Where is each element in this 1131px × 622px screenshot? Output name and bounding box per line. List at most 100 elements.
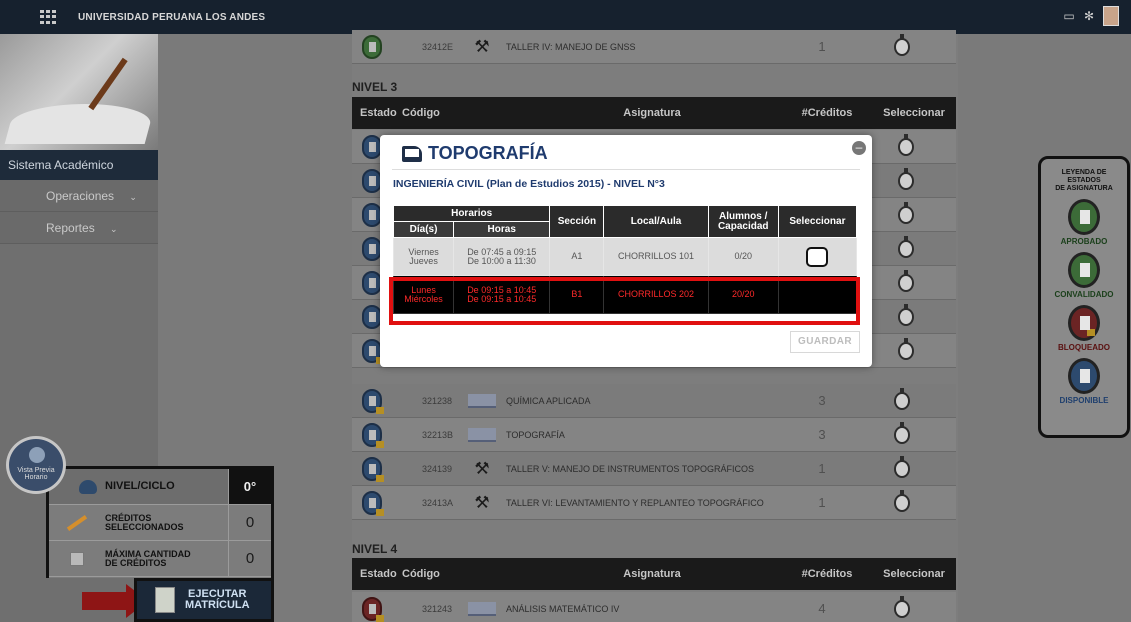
university-name: UNIVERSIDAD PERUANA LOS ANDES bbox=[78, 11, 266, 23]
course-code: 32213B bbox=[422, 429, 454, 440]
legend-label: BLOQUEADO bbox=[1058, 343, 1110, 352]
section-row: Viernes Jueves De 07:45 a 09:15 De 10:00 a… bbox=[392, 237, 858, 276]
course-credits: 1 bbox=[818, 461, 826, 476]
table-row: 321243 ANÁLISIS MATEMÁTICO IV 4 bbox=[352, 592, 956, 622]
select-course-icon[interactable] bbox=[898, 201, 914, 224]
modal-subtitle: INGENIERÍA CIVIL (Plan de Estudios 2015)… bbox=[393, 178, 665, 190]
tools-icon: ⚒ bbox=[474, 36, 490, 56]
header-asignatura: Asignatura bbox=[623, 568, 681, 580]
legend-label: DISPONIBLE bbox=[1059, 396, 1109, 405]
chat-icon[interactable]: ▭ bbox=[1063, 10, 1075, 22]
header-local: Local/Aula bbox=[603, 205, 709, 238]
capacity: 20/20 bbox=[707, 275, 779, 314]
classroom: CHORRILLOS 101 bbox=[603, 237, 709, 276]
select-course-icon[interactable] bbox=[898, 167, 914, 190]
section: A1 bbox=[549, 237, 605, 276]
disponible-status-icon bbox=[362, 202, 382, 227]
course-name: TALLER IV: MANEJO DE GNSS bbox=[506, 41, 636, 52]
select-course-icon[interactable] bbox=[894, 595, 910, 618]
user-icon bbox=[79, 479, 97, 494]
header-alumnos: Alumnos / Capacidad bbox=[707, 205, 779, 238]
legend-label: CONVALIDADO bbox=[1054, 290, 1114, 299]
course-credits: 1 bbox=[818, 39, 826, 54]
save-button[interactable]: GUARDAR bbox=[790, 331, 860, 353]
table-row: 32412E ⚒ TALLER IV: MANEJO DE GNSS 1 bbox=[352, 30, 956, 64]
tools-icon: ⚒ bbox=[474, 492, 490, 512]
course-name: TOPOGRAFÍA bbox=[506, 429, 565, 440]
execute-label: MATRÍCULA bbox=[185, 599, 250, 611]
sidebar-item-reportes[interactable]: Reportes ⌄ bbox=[0, 212, 158, 244]
select-course-icon[interactable] bbox=[894, 421, 910, 444]
course-credits: 1 bbox=[818, 495, 826, 510]
time: De 09:15 a 10:45 bbox=[467, 293, 537, 304]
preview-label: Horario bbox=[24, 474, 48, 481]
header-codigo: Código bbox=[402, 568, 440, 580]
legend-item-disponible: DISPONIBLE bbox=[1041, 358, 1127, 405]
summary-label: SELECCIONADOS bbox=[105, 521, 184, 532]
chevron-down-icon: ⌄ bbox=[110, 224, 118, 234]
header-estado: Estado bbox=[360, 568, 397, 580]
table-row: 32213B TOPOGRAFÍA 3 bbox=[352, 418, 956, 452]
select-cell-full bbox=[777, 275, 858, 314]
book-icon bbox=[468, 393, 496, 408]
course-code: 32413A bbox=[422, 497, 454, 508]
sidebar-title: Sistema Académico bbox=[0, 150, 158, 180]
header-dias: Día(s) bbox=[392, 221, 455, 238]
header-creditos: #Créditos bbox=[801, 568, 853, 580]
execute-enrollment-button[interactable]: EJECUTAR MATRÍCULA bbox=[134, 578, 274, 622]
table-header: Estado Código Asignatura #Créditos Selec… bbox=[352, 558, 956, 590]
table-row: 32413A ⚒ TALLER VI: LEVANTAMIENTO Y REPL… bbox=[352, 486, 956, 520]
disponible-status-icon bbox=[362, 236, 382, 261]
select-section-checkbox[interactable] bbox=[806, 246, 829, 267]
select-course-icon[interactable] bbox=[898, 235, 914, 258]
disponible-status-icon bbox=[362, 456, 384, 482]
summary-value: 0° bbox=[229, 469, 271, 504]
disponible-status-icon bbox=[362, 134, 382, 159]
header-asignatura: Asignatura bbox=[623, 107, 681, 119]
header-creditos: #Créditos bbox=[801, 107, 853, 119]
sidebar-item-operaciones[interactable]: Operaciones ⌄ bbox=[0, 180, 158, 212]
aprobado-icon bbox=[1068, 199, 1100, 235]
header-horas: Horas bbox=[453, 221, 551, 238]
legend-item-convalidado: CONVALIDADO bbox=[1041, 252, 1127, 299]
course-name: QUÍMICA APLICADA bbox=[506, 395, 591, 406]
avatar[interactable] bbox=[1103, 6, 1119, 26]
sidebar-item-label: Reportes bbox=[46, 221, 95, 235]
sidebar-banner-image bbox=[0, 34, 158, 150]
select-course-icon[interactable] bbox=[894, 455, 910, 478]
sidebar-item-label: Operaciones bbox=[46, 189, 115, 203]
disponible-status-icon bbox=[362, 270, 382, 295]
summary-maxima: MÁXIMA CANTIDAD DE CRÉDITOS 0 bbox=[49, 541, 271, 577]
select-course-icon[interactable] bbox=[898, 133, 914, 156]
header-alumnos-2: Capacidad bbox=[717, 220, 769, 232]
enrollment-summary: NIVEL/CICLO 0° CRÉDITOS SELECCIONADOS 0 M… bbox=[46, 466, 274, 578]
disponible-status-icon bbox=[362, 168, 382, 193]
section-selection-modal: TOPOGRAFÍA – INGENIERÍA CIVIL (Plan de E… bbox=[380, 135, 872, 367]
table-row: 321238 QUÍMICA APLICADA 3 bbox=[352, 384, 956, 418]
summary-label: DE CRÉDITOS bbox=[105, 557, 167, 568]
legend-item-aprobado: APROBADO bbox=[1041, 199, 1127, 246]
select-course-icon[interactable] bbox=[898, 269, 914, 292]
select-course-icon[interactable] bbox=[894, 387, 910, 410]
status-legend: LEYENDA DE ESTADOS DE ASIGNATURA APROBAD… bbox=[1038, 156, 1130, 438]
table-row: 324139 ⚒ TALLER V: MANEJO DE INSTRUMENTO… bbox=[352, 452, 956, 486]
legend-title-1: LEYENDA DE bbox=[1061, 169, 1107, 176]
classroom: CHORRILLOS 202 bbox=[603, 275, 709, 314]
convalidado-icon bbox=[1068, 252, 1100, 288]
tools-icon: ⚒ bbox=[474, 458, 490, 478]
header-estado: Estado bbox=[360, 107, 397, 119]
schedule-preview-button[interactable]: Vista Previa Horario bbox=[6, 436, 66, 494]
select-course-icon[interactable] bbox=[894, 489, 910, 512]
course-credits: 3 bbox=[818, 427, 826, 442]
apps-grid-icon[interactable] bbox=[40, 10, 56, 24]
summary-nivel: NIVEL/CICLO 0° bbox=[49, 469, 271, 505]
capacity: 0/20 bbox=[707, 237, 779, 276]
course-credits: 3 bbox=[818, 393, 826, 408]
select-course-icon[interactable] bbox=[894, 33, 910, 56]
select-course-icon[interactable] bbox=[898, 337, 914, 360]
close-icon[interactable]: – bbox=[852, 141, 866, 155]
level-heading: NIVEL 3 bbox=[352, 80, 398, 94]
gear-icon[interactable]: ✻ bbox=[1083, 10, 1095, 22]
course-name: TALLER V: MANEJO DE INSTRUMENTOS TOPOGRÁ… bbox=[506, 463, 755, 474]
select-course-icon[interactable] bbox=[898, 303, 914, 326]
